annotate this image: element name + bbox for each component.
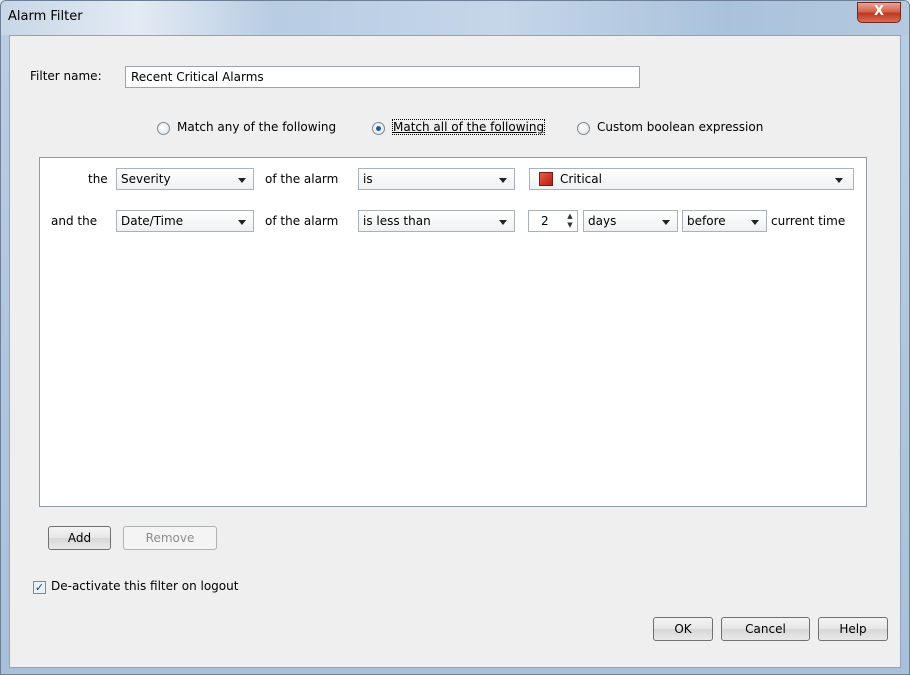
dialog-body: Filter name: Recent Critical Alarms Matc… <box>9 35 901 668</box>
help-button[interactable]: Help <box>818 617 888 641</box>
unit-select[interactable]: days <box>583 210 678 232</box>
chevron-down-icon <box>499 178 507 183</box>
rule-value-select[interactable]: Critical <box>529 168 854 190</box>
amount-value: 2 <box>541 214 549 228</box>
rule-field-value: Date/Time <box>121 214 184 228</box>
chevron-down-icon <box>835 178 843 183</box>
match-all-label[interactable]: Match all of the following <box>391 119 546 135</box>
window-title: Alarm Filter <box>8 9 83 24</box>
chevron-down-icon <box>499 220 507 225</box>
match-all-radio[interactable] <box>372 122 385 135</box>
title-bar[interactable]: Alarm Filter X <box>1 1 909 35</box>
rule-field-select[interactable]: Severity <box>116 168 254 190</box>
rule-operator-value: is <box>363 172 373 186</box>
severity-color-icon <box>539 172 553 186</box>
rules-panel: the Severity of the alarm is Critical an… <box>39 157 867 507</box>
rule-prefix: and the <box>51 214 98 228</box>
close-button[interactable]: X <box>857 2 901 23</box>
rule-operator-value: is less than <box>363 214 431 228</box>
rule-field-select[interactable]: Date/Time <box>116 210 254 232</box>
custom-boolean-radio[interactable] <box>577 122 590 135</box>
rule-of-text: of the alarm <box>265 172 339 186</box>
amount-spinner[interactable]: 2 ▲ ▼ <box>528 210 578 232</box>
chevron-down-icon <box>751 220 759 225</box>
deactivate-label[interactable]: De-activate this filter on logout <box>51 579 238 593</box>
unit-value: days <box>588 214 617 228</box>
rule-value-text: Critical <box>560 172 602 186</box>
chevron-down-icon <box>662 220 670 225</box>
custom-boolean-label[interactable]: Custom boolean expression <box>597 120 763 134</box>
rule-of-text: of the alarm <box>265 214 339 228</box>
rule-suffix: current time <box>771 214 846 228</box>
close-icon: X <box>873 4 885 19</box>
relation-value: before <box>687 214 726 228</box>
chevron-down-icon <box>238 220 246 225</box>
filter-name-label: Filter name: <box>30 69 102 83</box>
add-button[interactable]: Add <box>48 526 111 550</box>
cancel-button[interactable]: Cancel <box>721 617 810 641</box>
remove-button[interactable]: Remove <box>123 526 217 550</box>
spin-down-icon[interactable]: ▼ <box>564 221 576 230</box>
relation-select[interactable]: before <box>682 210 767 232</box>
alarm-filter-window: Alarm Filter X Filter name: Recent Criti… <box>0 0 910 675</box>
match-any-radio[interactable] <box>157 122 170 135</box>
rule-prefix: the <box>88 172 108 186</box>
chevron-down-icon <box>238 178 246 183</box>
rule-operator-select[interactable]: is less than <box>358 210 515 232</box>
ok-button[interactable]: OK <box>653 617 713 641</box>
match-any-label[interactable]: Match any of the following <box>177 120 336 134</box>
deactivate-checkbox[interactable]: ✓ <box>33 581 46 594</box>
filter-name-input[interactable]: Recent Critical Alarms <box>125 66 640 88</box>
spin-up-icon[interactable]: ▲ <box>564 212 576 221</box>
rule-operator-select[interactable]: is <box>358 168 515 190</box>
rule-field-value: Severity <box>121 172 171 186</box>
